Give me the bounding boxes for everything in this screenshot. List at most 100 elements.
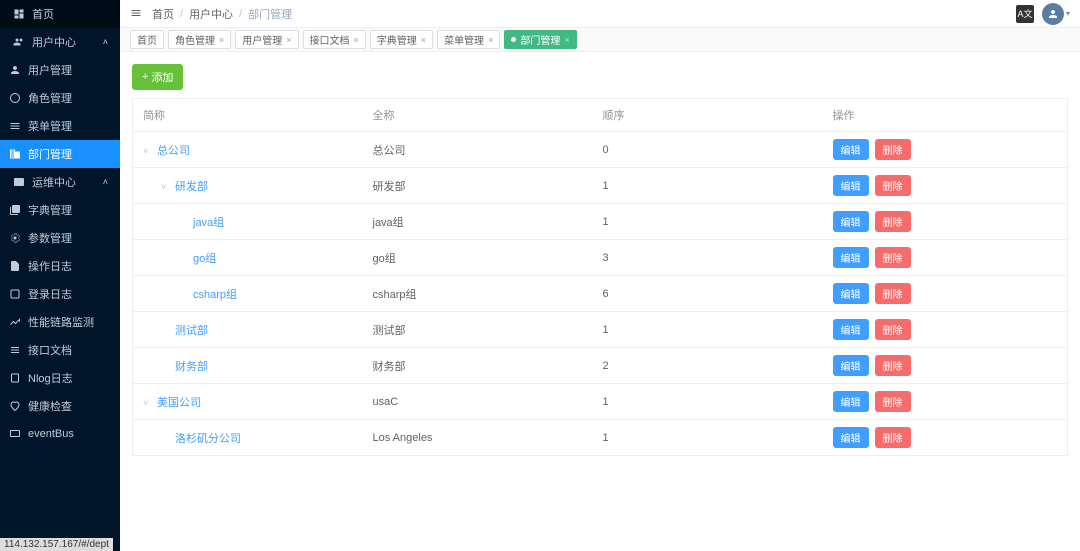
edit-button[interactable]: 编辑 (833, 283, 869, 304)
edit-button[interactable]: 编辑 (833, 319, 869, 340)
close-icon[interactable]: × (354, 35, 359, 45)
dept-name-link[interactable]: java组 (193, 217, 224, 229)
dept-fullname: java组 (363, 204, 593, 240)
tab-角色管理[interactable]: 角色管理 × (168, 30, 231, 49)
tree-expand-toggle[interactable]: ˅ (161, 182, 171, 192)
user-menu-button[interactable]: ▾ (1042, 3, 1070, 25)
sidebar-item-参数管理[interactable]: 参数管理 (0, 224, 120, 252)
tab-菜单管理[interactable]: 菜单管理× (437, 30, 500, 49)
dept-name-link[interactable]: csharp组 (193, 289, 237, 301)
api-icon (8, 344, 22, 356)
tab-label: 角色管理 (175, 32, 215, 47)
dept-name-link[interactable]: go组 (193, 253, 216, 265)
table-row: 测试部测试部1编辑删除 (133, 312, 1068, 348)
language-switch-button[interactable]: A文 (1016, 5, 1034, 23)
dept-name-link[interactable]: 洛杉矶分公司 (175, 433, 241, 445)
delete-button[interactable]: 删除 (875, 427, 911, 448)
tab-label: 首页 (137, 32, 157, 47)
sidebar-item-登录日志[interactable]: 登录日志 (0, 280, 120, 308)
sidebar-item-首页[interactable]: 首页 (0, 0, 120, 28)
breadcrumb-item[interactable]: 用户中心 (189, 6, 233, 22)
sidebar-item-接口文档[interactable]: 接口文档 (0, 336, 120, 364)
tree-expand-toggle[interactable]: ˅ (143, 146, 153, 156)
tree-expand-toggle[interactable]: ˅ (143, 398, 153, 408)
dept-icon (8, 148, 22, 160)
close-icon[interactable]: × (421, 35, 426, 45)
sidebar-item-健康检查[interactable]: 健康检查 (0, 392, 120, 420)
sidebar-item-操作日志[interactable]: 操作日志 (0, 252, 120, 280)
table-header: 简称 全称 顺序 操作 (133, 99, 1068, 132)
delete-button[interactable]: 删除 (875, 355, 911, 376)
tab-字典管理[interactable]: 字典管理 × (370, 30, 433, 49)
edit-button[interactable]: 编辑 (833, 175, 869, 196)
breadcrumb-separator: / (180, 8, 183, 20)
tabs-bar: 首页角色管理×用户管理×接口文档×字典管理×菜单管理×部门管理× (120, 28, 1080, 52)
tab-label: 用户管理 (242, 32, 282, 47)
delete-button[interactable]: 删除 (875, 175, 911, 196)
table-row: ˅美国公司usaC1编辑删除 (133, 384, 1068, 420)
tab-label: 接口文档 (310, 32, 350, 47)
close-icon[interactable]: × (488, 35, 493, 45)
close-icon[interactable]: × (564, 35, 569, 45)
sidebar-item-label: 用户管理 (28, 62, 72, 78)
sidebar-group-运维中心[interactable]: 运维中心˄ (0, 168, 120, 196)
delete-button[interactable]: 删除 (875, 139, 911, 160)
sidebar-item-Nlog日志[interactable]: Nlog日志 (0, 364, 120, 392)
dept-name-link[interactable]: 财务部 (175, 361, 208, 373)
user-icon (12, 36, 26, 48)
delete-button[interactable]: 删除 (875, 211, 911, 232)
breadcrumb-item[interactable]: 首页 (152, 6, 174, 22)
dept-name-link[interactable]: 测试部 (175, 325, 208, 337)
tab-label: 字典管理 (377, 32, 417, 47)
person-icon (8, 64, 22, 76)
table-header-fullname: 全称 (363, 99, 593, 132)
edit-button[interactable]: 编辑 (833, 355, 869, 376)
sidebar-item-label: 健康检查 (28, 398, 72, 414)
sidebar-item-字典管理[interactable]: 字典管理 (0, 196, 120, 224)
dept-name-link[interactable]: 研发部 (175, 181, 208, 193)
edit-button[interactable]: 编辑 (833, 247, 869, 268)
table-row: java组java组1编辑删除 (133, 204, 1068, 240)
sidebar-item-角色管理[interactable]: 角色管理 (0, 84, 120, 112)
dept-fullname: 总公司 (363, 132, 593, 168)
edit-button[interactable]: 编辑 (833, 139, 869, 160)
dept-order: 0 (593, 132, 823, 168)
close-icon[interactable]: × (286, 35, 291, 45)
dept-name-link[interactable]: 美国公司 (157, 397, 201, 409)
breadcrumb-separator: / (239, 8, 242, 20)
delete-button[interactable]: 删除 (875, 391, 911, 412)
dept-order: 1 (593, 168, 823, 204)
tab-label: 部门管理 (520, 32, 560, 47)
tab-接口文档[interactable]: 接口文档 × (303, 30, 366, 49)
tab-部门管理[interactable]: 部门管理 × (504, 30, 576, 49)
edit-button[interactable]: 编辑 (833, 391, 869, 412)
collapse-sidebar-button[interactable] (130, 6, 142, 22)
close-icon[interactable]: × (219, 35, 224, 45)
sidebar-item-label: 登录日志 (28, 286, 72, 302)
sidebar-item-部门管理[interactable]: 部门管理 (0, 140, 120, 168)
delete-button[interactable]: 删除 (875, 247, 911, 268)
sidebar-item-eventBus[interactable]: eventBus (0, 420, 120, 448)
dept-order: 1 (593, 312, 823, 348)
delete-button[interactable]: 删除 (875, 283, 911, 304)
dept-name-link[interactable]: 总公司 (157, 145, 190, 157)
delete-button[interactable]: 删除 (875, 319, 911, 340)
sidebar-item-用户管理[interactable]: 用户管理 (0, 56, 120, 84)
sidebar-group-用户中心[interactable]: 用户中心˄ (0, 28, 120, 56)
sidebar-item-菜单管理[interactable]: 菜单管理 (0, 112, 120, 140)
param-icon (8, 232, 22, 244)
sidebar-item-性能链路监测[interactable]: 性能链路监测 (0, 308, 120, 336)
sidebar-item-label: 用户中心 (32, 34, 76, 50)
peace-icon (8, 92, 22, 104)
tab-首页[interactable]: 首页 (130, 30, 164, 49)
edit-button[interactable]: 编辑 (833, 211, 869, 232)
edit-button[interactable]: 编辑 (833, 427, 869, 448)
avatar-icon (1042, 3, 1064, 25)
dashboard-icon (12, 8, 26, 20)
dept-fullname: usaC (363, 384, 593, 420)
bus-icon (8, 428, 22, 440)
tab-用户管理[interactable]: 用户管理 × (235, 30, 298, 49)
sidebar-item-label: 性能链路监测 (28, 314, 94, 330)
dept-order: 1 (593, 420, 823, 456)
add-button[interactable]: + 添加 (132, 64, 183, 90)
